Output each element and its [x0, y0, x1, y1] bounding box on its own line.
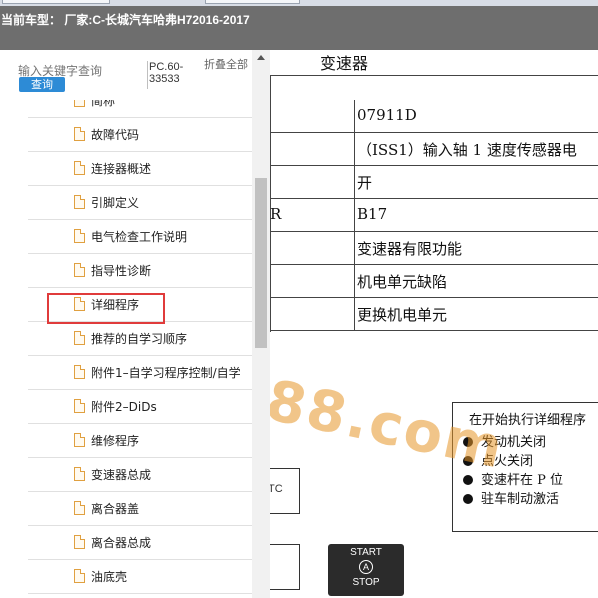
tree-item-clutch-assembly[interactable]: 离合器总成	[28, 526, 252, 560]
document-icon	[74, 229, 85, 243]
tree-item-fault-codes[interactable]: 故障代码	[28, 118, 252, 152]
tree-item-label: 连接器概述	[91, 162, 152, 176]
tc-module-box: TC	[270, 468, 300, 514]
tree-item-guided-diagnosis[interactable]: 指导性诊断	[28, 254, 252, 288]
navigation-panel: 查询 PC.60-33533 折叠全部 简称 故障代码 连接器概述 引脚定义	[0, 50, 270, 598]
document-icon	[74, 501, 85, 515]
tree-item-label: 推荐的自学习顺序	[91, 332, 188, 346]
model-code-label: PC.60-33533	[147, 61, 205, 89]
document-icon	[74, 467, 85, 481]
tree-item-label: 附件1–自学习程序控制/自学	[91, 366, 241, 380]
tree-item-label: 故障代码	[91, 128, 140, 142]
row-value: B17	[357, 205, 388, 223]
column-divider	[354, 166, 355, 199]
document-icon	[74, 365, 85, 379]
column-divider	[354, 232, 355, 265]
collapse-all-button[interactable]: 折叠全部	[204, 59, 248, 71]
table-row: （ISS1）输入轴 1 速度传感器电	[270, 133, 598, 166]
component-box	[270, 544, 300, 590]
current-vehicle-title: 当前车型： 厂家:C-长城汽车哈弗H72016-2017	[1, 13, 250, 27]
scroll-up-arrow-icon[interactable]	[257, 55, 265, 60]
document-icon	[74, 331, 85, 345]
document-icon	[74, 399, 85, 413]
tree-item-label: 维修程序	[91, 434, 140, 448]
column-divider	[354, 199, 355, 232]
row-value: 07911D	[357, 106, 417, 124]
tree-item-recommended-learning-order[interactable]: 推荐的自学习顺序	[28, 322, 252, 356]
stop-label: STOP	[352, 577, 380, 588]
tree-item-connector-overview[interactable]: 连接器概述	[28, 152, 252, 186]
column-divider	[354, 265, 355, 298]
column-divider	[354, 133, 355, 166]
tree-item-attachment-1[interactable]: 附件1–自学习程序控制/自学	[28, 356, 252, 390]
tree-item-clutch-cover[interactable]: 离合器盖	[28, 492, 252, 526]
document-icon	[74, 535, 85, 549]
document-icon	[74, 433, 85, 447]
table-row: 更换机电单元	[270, 298, 598, 331]
column-divider	[354, 298, 355, 331]
row-value: 变速器有限功能	[357, 240, 463, 258]
table-row: R B17	[270, 199, 598, 232]
document-icon	[74, 195, 85, 209]
search-button[interactable]: 查询	[19, 77, 65, 92]
tree-item-oil-pan[interactable]: 油底壳	[28, 560, 252, 594]
tree-item-label: 离合器总成	[91, 536, 152, 550]
row-value: 机电单元缺陷	[357, 273, 448, 291]
row-value: 开	[357, 174, 373, 192]
precondition-item: 驻车制动激活	[463, 488, 559, 507]
document-content: 变速器 07911D （ISS1）输入轴 1 速度传感器电 开 R B17 变速…	[270, 50, 598, 598]
app-window: 当前车型： 厂家:C-长城汽车哈弗H72016-2017 查询 PC.60-33…	[0, 0, 598, 598]
top-header: 当前车型： 厂家:C-长城汽车哈弗H72016-2017	[0, 0, 598, 50]
document-tree: 简称 故障代码 连接器概述 引脚定义 电气检查工作说明 指导性诊断 详细程序 推…	[0, 100, 252, 598]
auto-symbol: A	[359, 560, 373, 574]
tree-item-attachment-2[interactable]: 附件2–DiDs	[28, 390, 252, 424]
tree-item-label: 变速器总成	[91, 468, 152, 482]
tree-item-label: 引脚定义	[91, 196, 140, 210]
table-row: 开	[270, 166, 598, 199]
start-stop-button-icon: START A STOP	[328, 544, 404, 596]
tree-item-label: 简称	[91, 100, 116, 108]
tree-item-label: 附件2–DiDs	[91, 400, 157, 414]
table-border	[270, 75, 598, 76]
window-tab-strip	[0, 0, 598, 6]
window-tab[interactable]	[205, 0, 300, 4]
document-icon	[74, 127, 85, 141]
table-row: 机电单元缺陷	[270, 265, 598, 298]
start-label: START	[350, 547, 382, 558]
tree-item-pin-definition[interactable]: 引脚定义	[28, 186, 252, 220]
tree-item-label: 油底壳	[91, 570, 128, 584]
row-key: R	[270, 205, 282, 223]
section-title: 变速器	[320, 54, 369, 73]
document-icon	[74, 161, 85, 175]
column-divider	[354, 100, 355, 133]
row-value: （ISS1）输入轴 1 速度传感器电	[357, 141, 577, 159]
tree-item-transmission-assembly[interactable]: 变速器总成	[28, 458, 252, 492]
tree-item-abbreviations[interactable]: 简称	[28, 100, 252, 118]
tree-item-label: 电气检查工作说明	[91, 230, 188, 244]
document-icon	[74, 263, 85, 277]
table-row: 07911D	[270, 100, 598, 133]
scrollbar-thumb[interactable]	[255, 178, 267, 348]
tree-item-electrical-check[interactable]: 电气检查工作说明	[28, 220, 252, 254]
selected-item-highlight	[47, 293, 165, 324]
window-tab[interactable]	[2, 0, 110, 4]
document-icon	[74, 569, 85, 583]
tree-item-label: 离合器盖	[91, 502, 140, 516]
bullet-icon	[463, 494, 473, 504]
tree-scrollbar[interactable]	[252, 50, 270, 598]
table-row: 变速器有限功能	[270, 232, 598, 265]
tree-item-repair-procedure[interactable]: 维修程序	[28, 424, 252, 458]
document-icon	[74, 100, 85, 107]
tc-label: TC	[270, 483, 283, 495]
row-value: 更换机电单元	[357, 306, 448, 324]
tree-item-label: 指导性诊断	[91, 264, 152, 278]
